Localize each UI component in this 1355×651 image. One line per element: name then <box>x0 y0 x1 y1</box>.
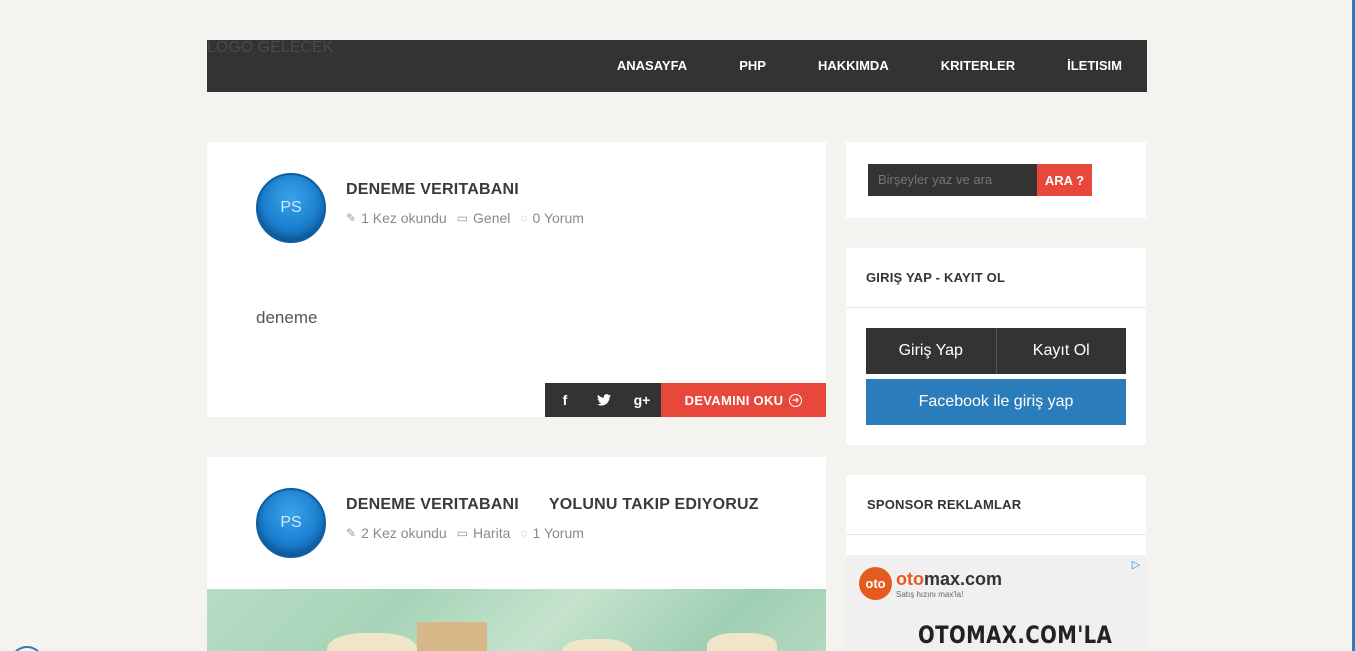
comment-icon: ◌ <box>520 211 528 225</box>
post-featured-image[interactable] <box>207 589 826 651</box>
register-button[interactable]: Kayıt Ol <box>996 328 1126 374</box>
ad-brand-prefix: oto <box>896 568 924 589</box>
arrow-right-circle-icon: ➜ <box>789 393 803 407</box>
main-nav: ANASAYFA PHP HAKKIMDA KRITERLER İLETISIM <box>591 40 1147 92</box>
widget-title: GIRIŞ YAP - KAYIT OL <box>866 270 1006 285</box>
nav-item-contact[interactable]: İLETISIM <box>1041 40 1147 92</box>
post-category[interactable]: ▭ Harita <box>457 525 511 541</box>
read-count-text: 2 Kez okundu <box>361 525 447 541</box>
widget-title: SPONSOR REKLAMLAR <box>867 497 1022 512</box>
read-more-label: DEVAMINI OKU <box>684 392 784 408</box>
comment-count-text[interactable]: 1 Yorum <box>533 525 584 541</box>
category-text[interactable]: Genel <box>473 210 510 226</box>
post-category[interactable]: ▭ Genel <box>457 210 511 226</box>
folder-icon: ▭ <box>456 526 469 540</box>
widget-header: GIRIŞ YAP - KAYIT OL <box>846 248 1146 308</box>
twitter-share-icon[interactable] <box>585 383 623 417</box>
ad-choices-icon[interactable]: ▷ <box>1128 557 1144 571</box>
read-count-text: 1 Kez okundu <box>361 210 447 226</box>
author-avatar: PS <box>256 173 326 243</box>
ad-logo-mark: oto <box>859 567 892 600</box>
read-more-button[interactable]: DEVAMINI OKU ➜ <box>661 383 826 417</box>
post-title[interactable]: DENEME VERITABANI <box>346 181 519 199</box>
post-card: PS DENEME VERITABANI ✎ 1 Kez okundu ▭ Ge… <box>207 142 826 417</box>
post-title-part[interactable]: YOLUNU TAKIP EDIYORUZ <box>549 496 759 513</box>
pencil-icon: ✎ <box>346 526 357 540</box>
ad-headline: OTOMAX.COM'LA <box>918 621 1113 649</box>
comment-count[interactable]: ◌ 0 Yorum <box>520 210 584 226</box>
read-count: ✎ 2 Kez okundu <box>346 525 447 541</box>
post-meta: ✎ 2 Kez okundu ▭ Harita ◌ 1 Yorum <box>346 525 594 541</box>
nav-item-home[interactable]: ANASAYFA <box>591 40 713 92</box>
post-title[interactable]: DENEME VERITABANI YOLUNU TAKIP EDIYORUZ <box>346 496 789 514</box>
ad-brand-block: otomax.com Satış hızını max'la! <box>896 569 1002 599</box>
category-text[interactable]: Harita <box>473 525 510 541</box>
nav-item-criteria[interactable]: KRITERLER <box>915 40 1041 92</box>
pencil-icon: ✎ <box>346 211 357 225</box>
scroll-indicator[interactable] <box>10 646 44 651</box>
login-widget: GIRIŞ YAP - KAYIT OL Giriş Yap Kayıt Ol … <box>846 248 1146 445</box>
login-buttons: Giriş Yap Kayıt Ol <box>866 328 1126 374</box>
search-button[interactable]: ARA ? <box>1037 164 1092 196</box>
comment-count-text[interactable]: 0 Yorum <box>533 210 584 226</box>
nav-item-about[interactable]: HAKKIMDA <box>792 40 915 92</box>
ad-brand: otomax.com <box>896 569 1002 589</box>
sponsor-ad[interactable]: ▷ oto otomax.com Satış hızını max'la! OT… <box>846 555 1146 651</box>
ad-tagline: Satış hızını max'la! <box>896 589 964 599</box>
widget-header: SPONSOR REKLAMLAR <box>846 475 1146 535</box>
facebook-login-button[interactable]: Facebook ile giriş yap <box>866 379 1126 425</box>
sponsor-widget: SPONSOR REKLAMLAR ▷ oto otomax.com Satış… <box>846 475 1146 651</box>
googleplus-share-icon[interactable]: g+ <box>623 383 661 417</box>
site-logo[interactable]: LOGO GELECEK <box>207 40 333 56</box>
comment-count[interactable]: ◌ 1 Yorum <box>520 525 584 541</box>
image-shape <box>707 633 777 651</box>
folder-icon: ▭ <box>456 211 469 225</box>
comment-icon: ◌ <box>520 526 528 540</box>
post-actions: f g+ DEVAMINI OKU ➜ <box>545 383 826 417</box>
nav-item-php[interactable]: PHP <box>713 40 792 92</box>
post-title-part[interactable]: DENEME VERITABANI <box>346 496 519 513</box>
site-header: LOGO GELECEK ANASAYFA PHP HAKKIMDA KRITE… <box>207 40 1147 92</box>
post-meta: ✎ 1 Kez okundu ▭ Genel ◌ 0 Yorum <box>346 210 594 226</box>
ad-brand-suffix: max.com <box>923 568 1003 589</box>
post-card: PS DENEME VERITABANI YOLUNU TAKIP EDIYORU… <box>207 457 826 651</box>
read-count: ✎ 1 Kez okundu <box>346 210 447 226</box>
ad-logo: oto otomax.com Satış hızını max'la! <box>859 567 1002 600</box>
image-shape <box>327 633 417 651</box>
search-widget: ARA ? <box>846 142 1146 218</box>
image-shape <box>562 639 632 651</box>
login-button[interactable]: Giriş Yap <box>866 328 997 374</box>
facebook-share-icon[interactable]: f <box>545 383 585 417</box>
image-shape <box>417 622 487 651</box>
post-excerpt: deneme <box>256 308 318 327</box>
author-avatar: PS <box>256 488 326 558</box>
search-input[interactable] <box>868 164 1038 196</box>
